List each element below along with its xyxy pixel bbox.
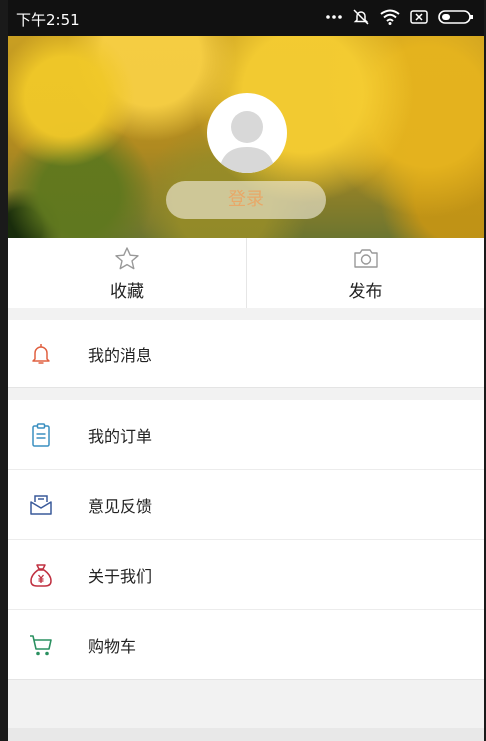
menu-group-messages: 我的消息 <box>8 320 484 388</box>
cart-icon <box>28 632 54 658</box>
status-icons <box>326 8 474 26</box>
sim-icon <box>410 10 428 24</box>
menu-item-cart[interactable]: 购物车 <box>8 610 484 680</box>
status-time: 下午2:51 <box>16 11 80 29</box>
menu-item-feedback[interactable]: 意见反馈 <box>8 470 484 540</box>
menu-group-main: 我的订单 意见反馈 关于我们 购物车 <box>8 400 484 680</box>
publish-button[interactable]: 发布 <box>246 238 484 308</box>
money-bag-icon <box>28 562 54 588</box>
menu-label: 关于我们 <box>88 566 153 586</box>
camera-icon <box>352 246 380 274</box>
clipboard-icon <box>28 422 54 448</box>
publish-label: 发布 <box>348 282 383 302</box>
star-icon <box>114 246 140 276</box>
profile-header: 登录 <box>8 36 484 238</box>
battery-icon <box>438 9 474 25</box>
avatar-placeholder-icon[interactable] <box>207 93 287 173</box>
menu-label: 我的消息 <box>88 345 153 365</box>
login-button[interactable]: 登录 <box>166 181 326 219</box>
more-dots-icon <box>326 14 342 20</box>
bell-icon <box>28 341 54 367</box>
menu-label: 我的订单 <box>88 426 153 446</box>
menu-label: 意见反馈 <box>88 496 153 516</box>
menu-label: 购物车 <box>88 636 137 656</box>
envelope-icon <box>28 492 54 518</box>
favorites-button[interactable]: 收藏 <box>8 238 246 308</box>
menu-item-orders[interactable]: 我的订单 <box>8 400 484 470</box>
status-bar: 下午2:51 <box>8 0 484 36</box>
mute-bell-icon <box>352 8 370 26</box>
bottom-divider <box>8 728 484 741</box>
menu-item-about[interactable]: 关于我们 <box>8 540 484 610</box>
menu-item-messages[interactable]: 我的消息 <box>8 320 484 388</box>
favorites-label: 收藏 <box>110 282 144 302</box>
quick-actions: 收藏 发布 <box>8 238 484 308</box>
wifi-icon <box>380 9 400 25</box>
app-screen: 下午2:51 登录 收藏 发布 我的消息 我的订单 意见反馈 关于我们 购物车 <box>8 0 484 741</box>
